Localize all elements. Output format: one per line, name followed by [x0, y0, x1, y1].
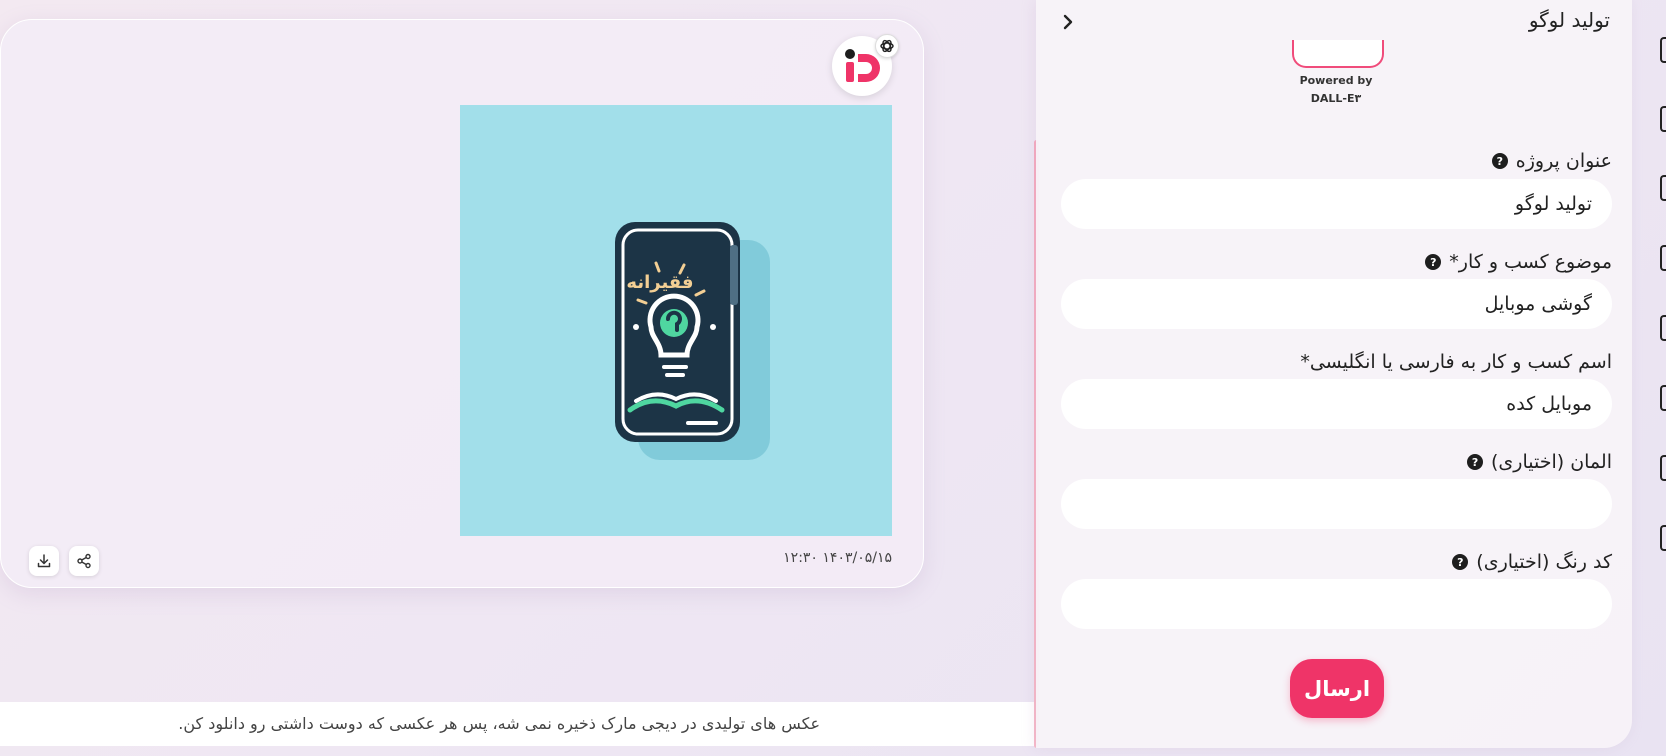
- download-button[interactable]: [29, 546, 59, 576]
- help-icon[interactable]: ?: [1425, 254, 1442, 270]
- powered-by-label: Powered by: [1299, 74, 1373, 87]
- project-title-label-text: عنوان پروژه: [1515, 150, 1612, 172]
- submit-button[interactable]: ارسال: [1290, 659, 1384, 718]
- business-topic-label: موضوع کسب و کار* ?: [1425, 251, 1612, 273]
- edge-tab[interactable]: [1660, 175, 1666, 201]
- share-icon: [77, 553, 91, 569]
- download-notice: عکس های تولیدی در دیجی مارک ذخیره نمی شه…: [178, 714, 820, 733]
- help-icon[interactable]: ?: [1467, 454, 1483, 470]
- chevron-right-icon[interactable]: [1058, 12, 1078, 32]
- panel-title: تولید لوگو: [1528, 8, 1610, 32]
- business-name-input[interactable]: [1061, 379, 1612, 429]
- project-title-label: عنوان پروژه ?: [1491, 150, 1612, 172]
- logo-lettering: فقیرانه: [626, 272, 693, 293]
- element-label-text: المان (اختیاری): [1491, 451, 1612, 473]
- color-code-label: کد رنگ (اختیاری) ?: [1452, 551, 1612, 573]
- generated-logo-image[interactable]: فقیرانه: [460, 105, 892, 536]
- edge-tab[interactable]: [1660, 245, 1666, 271]
- model-tab[interactable]: [1292, 40, 1384, 68]
- business-topic-input[interactable]: [1061, 279, 1612, 329]
- business-topic-label-text: موضوع کسب و کار*: [1449, 251, 1612, 273]
- help-icon[interactable]: ?: [1452, 554, 1469, 570]
- share-button[interactable]: [69, 546, 99, 576]
- edge-tab[interactable]: [1660, 385, 1666, 411]
- element-input[interactable]: [1061, 479, 1612, 529]
- color-code-label-text: کد رنگ (اختیاری): [1476, 551, 1612, 573]
- edge-tab[interactable]: [1660, 455, 1666, 481]
- help-icon[interactable]: ?: [1491, 153, 1508, 169]
- edge-tab[interactable]: [1660, 525, 1666, 551]
- edge-tab[interactable]: [1660, 106, 1666, 132]
- timestamp: ۱۴۰۳/۰۵/۱۵ ۱۲:۳۰: [783, 550, 892, 566]
- openai-badge-icon: [875, 34, 899, 58]
- edge-tab[interactable]: [1660, 315, 1666, 341]
- business-name-label-text: اسم کسب و کار به فارسی یا انگلیسی*: [1300, 351, 1612, 373]
- project-title-input[interactable]: [1061, 179, 1612, 229]
- result-area: فقیرانه ۱۴۰۳/۰۵/۱۵ ۱۲:۳۰ عکس های تولیدی …: [0, 0, 1034, 756]
- notice-bar: عکس های تولیدی در دیجی مارک ذخیره نمی شه…: [0, 702, 1034, 746]
- edge-tab[interactable]: [1660, 37, 1666, 63]
- download-icon: [37, 554, 51, 568]
- powered-model-label: DALL-E۳: [1310, 92, 1362, 105]
- element-label: المان (اختیاری) ?: [1467, 451, 1612, 473]
- color-code-input[interactable]: [1061, 579, 1612, 629]
- logo-form-panel: تولید لوگو Powered by DALL-E۳ عنوان پروژ…: [1036, 0, 1632, 748]
- business-name-label: اسم کسب و کار به فارسی یا انگلیسی*: [1300, 351, 1612, 373]
